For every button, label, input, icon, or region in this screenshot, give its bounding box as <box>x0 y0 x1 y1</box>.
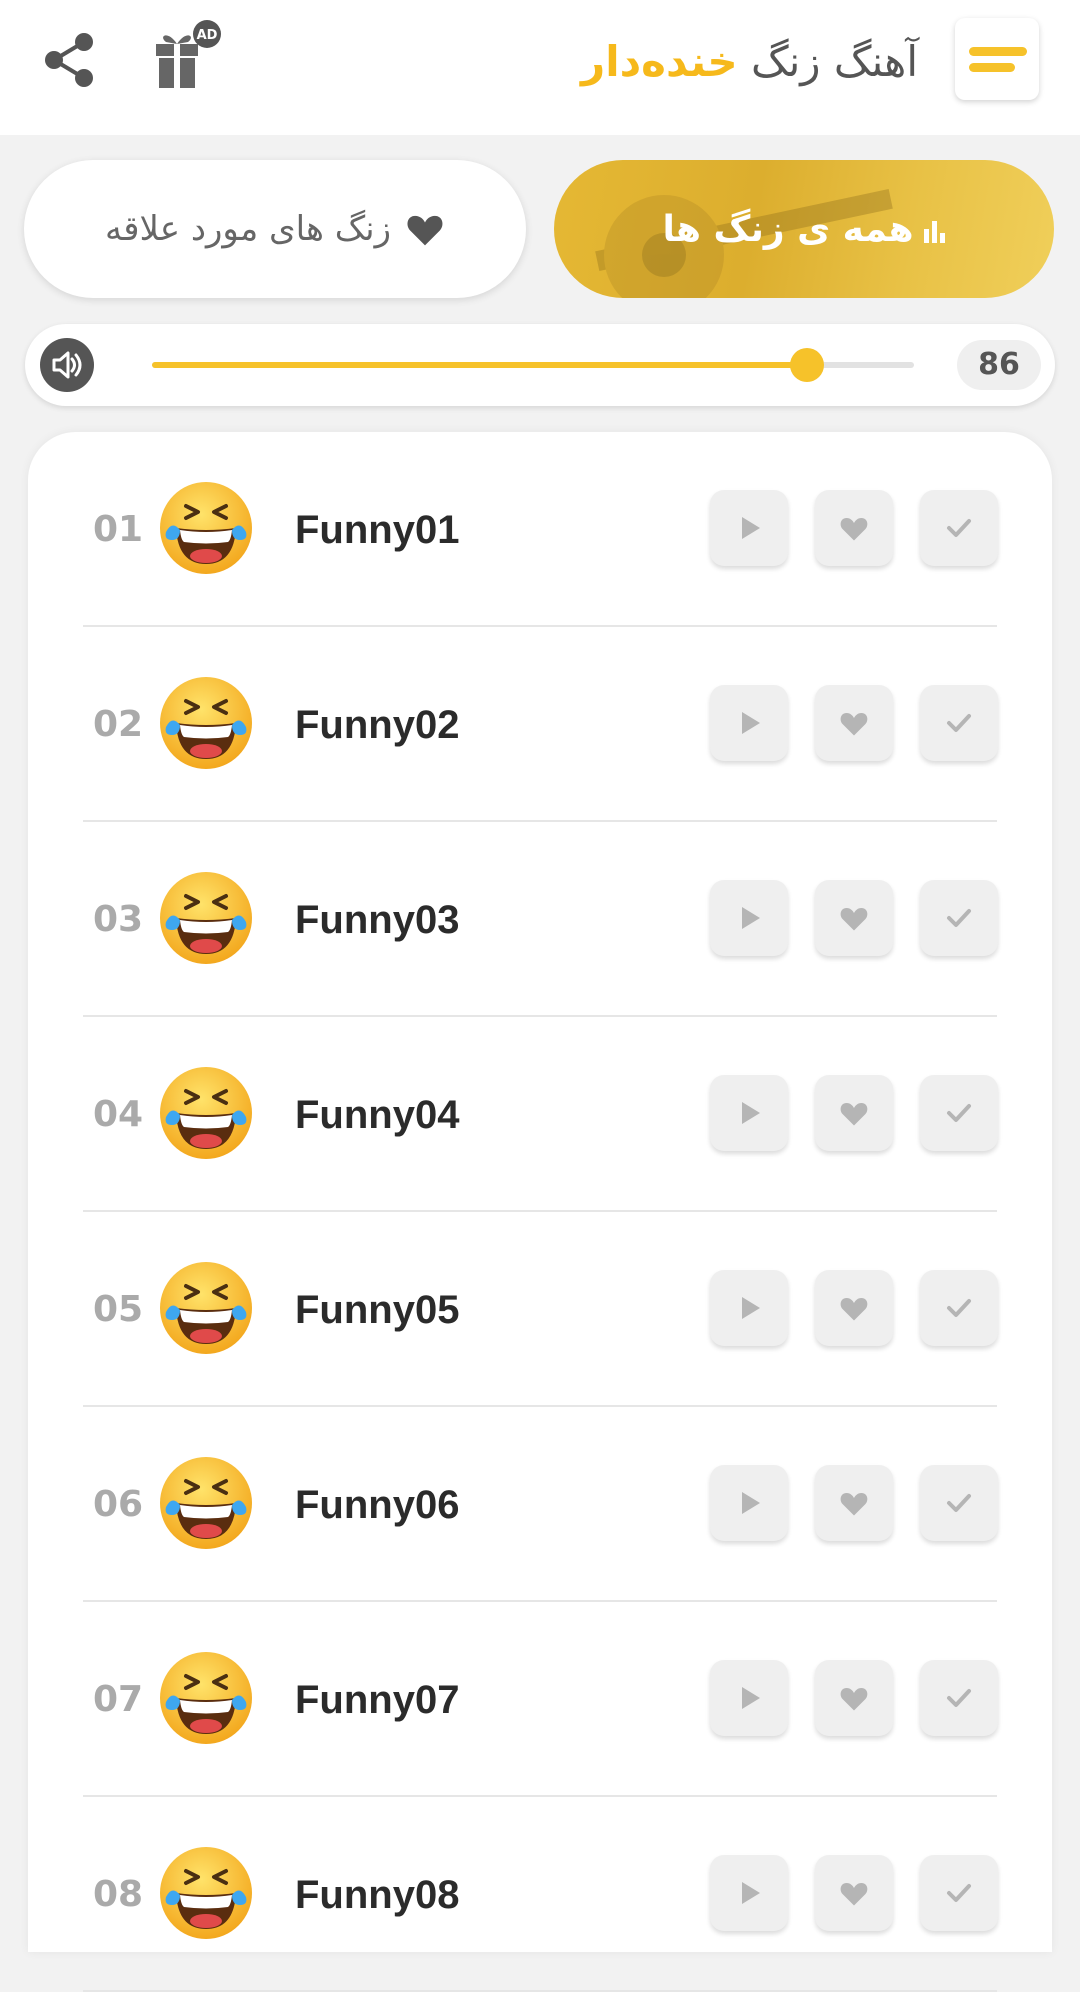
laughing-emoji-icon <box>158 675 254 771</box>
laughing-emoji-icon <box>158 1065 254 1161</box>
list-item[interactable]: 04 Funny04 <box>28 1017 1052 1212</box>
ringtone-number: 08 <box>92 1874 144 1915</box>
set-ringtone-button[interactable] <box>920 1465 998 1541</box>
volume-control: 86 <box>25 324 1055 406</box>
favorite-button[interactable] <box>815 1270 893 1346</box>
title-highlight: خنده‌دار <box>581 37 738 86</box>
ringtone-name: Funny03 <box>295 898 460 942</box>
ringtone-list: 01 Funny01 02 Funny02 03 Funny03 04 Funn… <box>28 432 1052 1992</box>
title-prefix: آهنگ زنگ <box>751 37 918 86</box>
set-ringtone-button[interactable] <box>920 880 998 956</box>
set-ringtone-button[interactable] <box>920 1075 998 1151</box>
list-item[interactable]: 05 Funny05 <box>28 1212 1052 1407</box>
play-button[interactable] <box>710 490 788 566</box>
share-icon[interactable] <box>40 30 100 90</box>
list-item[interactable]: 02 Funny02 <box>28 627 1052 822</box>
ringtone-number: 02 <box>92 704 144 745</box>
set-ringtone-button[interactable] <box>920 685 998 761</box>
list-item[interactable]: 06 Funny06 <box>28 1407 1052 1602</box>
favorite-button[interactable] <box>815 490 893 566</box>
play-button[interactable] <box>710 880 788 956</box>
set-ringtone-button[interactable] <box>920 490 998 566</box>
menu-icon <box>969 47 1027 56</box>
list-item[interactable]: 08 Funny08 <box>28 1797 1052 1992</box>
ringtone-number: 06 <box>92 1484 144 1525</box>
heart-icon <box>407 215 443 246</box>
ringtone-name: Funny04 <box>295 1093 460 1137</box>
app-header: AD آهنگ زنگ خنده‌دار <box>0 0 1080 135</box>
favorite-button[interactable] <box>815 1075 893 1151</box>
set-ringtone-button[interactable] <box>920 1270 998 1346</box>
favorite-button[interactable] <box>815 880 893 956</box>
play-button[interactable] <box>710 1075 788 1151</box>
volume-slider-fill <box>152 362 808 368</box>
ringtone-name: Funny06 <box>295 1483 460 1527</box>
gift-icon[interactable]: AD <box>150 20 226 92</box>
volume-value: 86 <box>957 340 1041 390</box>
favorite-button[interactable] <box>815 685 893 761</box>
menu-button[interactable] <box>955 18 1039 100</box>
play-button[interactable] <box>710 1660 788 1736</box>
volume-slider-thumb[interactable] <box>790 348 825 382</box>
speaker-icon[interactable] <box>40 338 94 392</box>
tab-favorites-label: زنگ های مورد علاقه <box>104 209 392 249</box>
tab-all-ringtones[interactable]: همه ی زنگ ها <box>554 160 1054 298</box>
laughing-emoji-icon <box>158 1845 254 1941</box>
laughing-emoji-icon <box>158 1650 254 1746</box>
ringtone-number: 01 <box>92 509 144 550</box>
gift-badge: AD <box>197 28 218 43</box>
ringtone-name: Funny07 <box>295 1678 460 1722</box>
play-button[interactable] <box>710 1465 788 1541</box>
ringtone-number: 07 <box>92 1679 144 1720</box>
volume-slider[interactable] <box>152 348 914 382</box>
ringtone-number: 05 <box>92 1289 144 1330</box>
favorite-button[interactable] <box>815 1660 893 1736</box>
play-button[interactable] <box>710 1270 788 1346</box>
bar-chart-icon <box>923 221 945 243</box>
favorite-button[interactable] <box>815 1465 893 1541</box>
laughing-emoji-icon <box>158 1455 254 1551</box>
list-item[interactable]: 01 Funny01 <box>28 432 1052 627</box>
ringtone-name: Funny01 <box>295 508 460 552</box>
laughing-emoji-icon <box>158 480 254 576</box>
page-title: آهنگ زنگ خنده‌دار <box>581 30 918 94</box>
ringtone-name: Funny02 <box>295 703 460 747</box>
set-ringtone-button[interactable] <box>920 1660 998 1736</box>
list-item[interactable]: 07 Funny07 <box>28 1602 1052 1797</box>
ringtone-number: 04 <box>92 1094 144 1135</box>
ringtone-name: Funny08 <box>295 1873 460 1917</box>
list-item[interactable]: 03 Funny03 <box>28 822 1052 1017</box>
laughing-emoji-icon <box>158 1260 254 1356</box>
laughing-emoji-icon <box>158 870 254 966</box>
play-button[interactable] <box>710 685 788 761</box>
ringtone-number: 03 <box>92 899 144 940</box>
tab-all-label: همه ی زنگ ها <box>662 208 914 250</box>
ringtone-name: Funny05 <box>295 1288 460 1332</box>
tab-favorites[interactable]: زنگ های مورد علاقه <box>24 160 526 298</box>
